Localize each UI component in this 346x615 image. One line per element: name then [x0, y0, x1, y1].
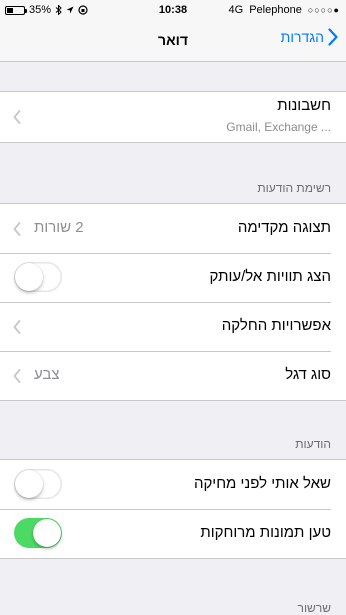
section-header-messages: הודעות — [295, 437, 331, 451]
chevron-left-icon — [13, 369, 21, 383]
preview-row[interactable]: תצוגה מקדימה 2 שורות — [0, 204, 346, 253]
accounts-group: חשבונות Gmail, Exchange ... — [0, 91, 346, 143]
preview-value: 2 שורות — [34, 219, 84, 236]
accounts-row[interactable]: חשבונות Gmail, Exchange ... — [0, 92, 346, 142]
chevron-left-icon — [13, 320, 21, 334]
network-type: 4G — [228, 4, 244, 16]
ask-before-delete-label: שאל אותי לפני מחיקה — [193, 475, 331, 492]
section-header-threading: שרשור — [297, 601, 331, 615]
swipe-options-row[interactable]: אפשרויות החלקה — [0, 302, 346, 351]
toggle-knob — [15, 470, 43, 498]
show-to-cc-row: הצג תוויות אל/עותק — [0, 253, 346, 302]
back-button-label: הגדרות — [280, 29, 324, 45]
load-remote-images-row: טען תמונות מרוחקות — [0, 509, 346, 558]
chevron-right-icon — [328, 28, 338, 46]
messages-group: שאל אותי לפני מחיקה טען תמונות מרוחקות — [0, 459, 346, 559]
status-right: 4G Pelephone ○○○○● — [229, 4, 340, 16]
ask-before-delete-row: שאל אותי לפני מחיקה — [0, 460, 346, 509]
toggle-knob — [15, 263, 43, 291]
flag-style-label: סוג דגל — [285, 366, 331, 383]
status-bar: 35% 10:38 4G Pelephone ○○○○● — [0, 0, 346, 20]
accounts-label: חשבונות — [277, 97, 331, 114]
load-remote-images-toggle[interactable] — [14, 518, 62, 548]
back-button[interactable]: הגדרות — [281, 28, 338, 46]
message-list-group: תצוגה מקדימה 2 שורות הצג תוויות אל/עותק … — [0, 203, 346, 401]
chevron-left-icon — [13, 110, 21, 124]
show-to-cc-toggle[interactable] — [14, 262, 62, 292]
chevron-left-icon — [13, 222, 21, 236]
ask-before-delete-toggle[interactable] — [14, 469, 62, 499]
toggle-knob — [33, 519, 61, 547]
accounts-subtitle: Gmail, Exchange ... — [226, 120, 331, 134]
signal-strength-icon: ○○○○● — [307, 5, 340, 15]
carrier-name: Pelephone — [249, 4, 302, 16]
swipe-options-label: אפשרויות החלקה — [221, 317, 331, 334]
preview-label: תצוגה מקדימה — [237, 219, 331, 236]
section-header-message-list: רשימת הודעות — [257, 181, 331, 195]
load-remote-images-label: טען תמונות מרוחקות — [200, 524, 331, 541]
show-to-cc-label: הצג תוויות אל/עותק — [209, 268, 331, 285]
navigation-bar: דואר הגדרות — [0, 20, 346, 62]
flag-style-value: צבע — [34, 366, 60, 383]
flag-style-row[interactable]: סוג דגל צבע — [0, 351, 346, 400]
